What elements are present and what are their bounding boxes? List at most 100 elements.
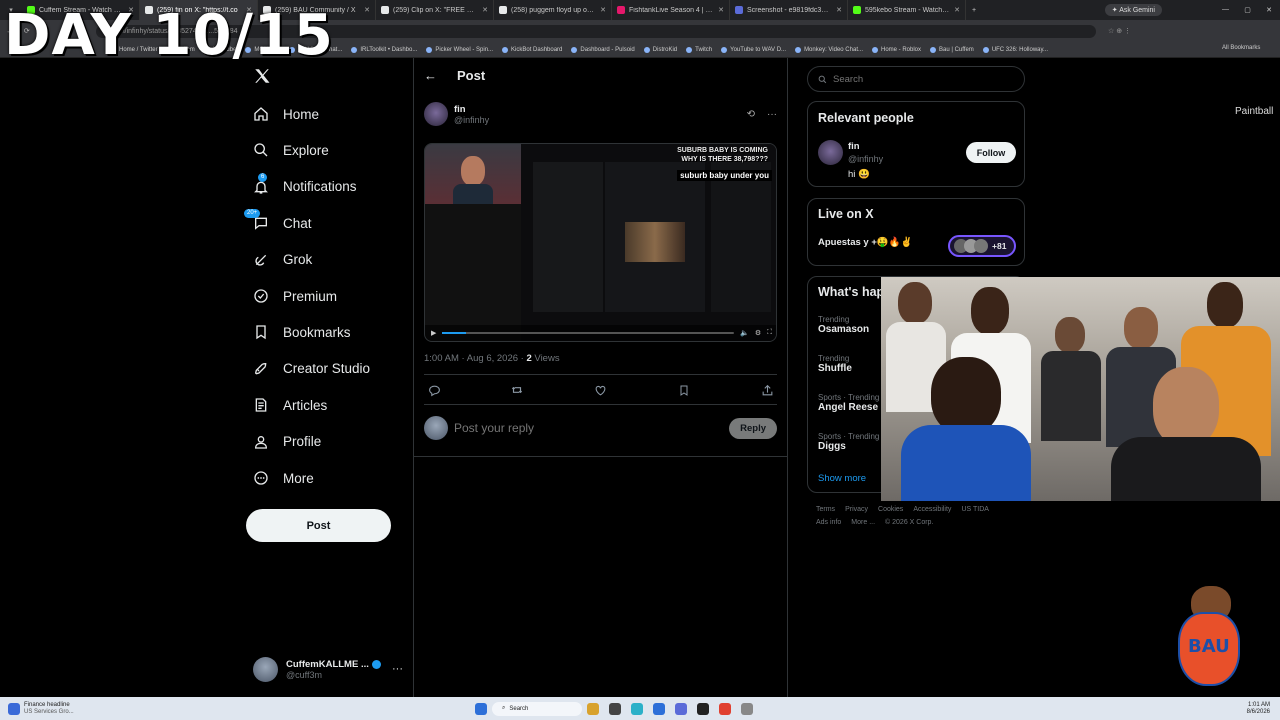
clock[interactable]: 1:01 AM 8/6/2026: [1247, 702, 1280, 716]
reply-input[interactable]: [454, 421, 724, 435]
volume-icon[interactable]: 🔈: [740, 329, 749, 337]
media-progress[interactable]: [442, 332, 735, 334]
widget-sub: US Services Gro...: [24, 708, 74, 715]
tab-close-icon[interactable]: ✕: [600, 6, 606, 14]
new-tab-button[interactable]: +: [966, 7, 982, 14]
reply-button[interactable]: Reply: [729, 417, 777, 439]
minimize-icon[interactable]: —: [1222, 6, 1229, 14]
chrome-icon[interactable]: [719, 702, 731, 715]
tab-close-icon[interactable]: ✕: [954, 6, 960, 14]
nav-item-home[interactable]: Home: [252, 105, 319, 123]
taskbar-widget[interactable]: Finance headline US Services Gro...: [0, 702, 470, 716]
repost-icon[interactable]: [509, 382, 525, 398]
trend-item[interactable]: Trending Shuffle: [818, 354, 852, 374]
relevant-avatar[interactable]: [818, 140, 843, 165]
post-more-icon[interactable]: ···: [767, 109, 777, 120]
trend-item[interactable]: Sports · Trending Diggs: [818, 432, 879, 452]
maximize-icon[interactable]: ▢: [1244, 6, 1251, 14]
bookmark-item[interactable]: Dashboard - Pulsoid: [571, 46, 635, 53]
nav-item-chat[interactable]: 20+ Chat: [244, 209, 312, 232]
bookmark-post-icon[interactable]: [676, 382, 692, 398]
x-logo-icon[interactable]: [253, 67, 273, 87]
bookmark-item[interactable]: YouTube to WAV D...: [721, 46, 786, 53]
play-icon[interactable]: ▶: [431, 329, 436, 337]
footer-link[interactable]: Ads info: [816, 519, 841, 526]
nav-item-notifications[interactable]: 6 Notifications: [252, 172, 357, 196]
search-input[interactable]: [833, 73, 1013, 85]
footer-link[interactable]: © 2026 X Corp.: [885, 519, 933, 526]
footer-link[interactable]: More ...: [851, 519, 875, 526]
relevant-handle[interactable]: @infinhy: [848, 154, 883, 164]
app-icon[interactable]: [697, 702, 709, 715]
app-icon[interactable]: [675, 702, 687, 715]
nav-item-bookmarks[interactable]: Bookmarks: [252, 323, 351, 341]
nav-item-grok[interactable]: Grok: [252, 251, 312, 269]
nav-item-explore[interactable]: Explore: [252, 141, 329, 159]
more-dots-icon[interactable]: ···: [392, 663, 403, 675]
live-avatars[interactable]: +81: [948, 235, 1016, 257]
account-switcher[interactable]: CuffemKALLME ... @cuff3m ···: [253, 655, 403, 683]
edge-icon[interactable]: [631, 702, 643, 715]
bookmark-item[interactable]: KickBot Dashboard: [502, 46, 562, 53]
share-icon[interactable]: [759, 382, 775, 398]
bookmark-item[interactable]: Picker Wheel - Spin...: [426, 46, 493, 53]
all-bookmarks[interactable]: All Bookmarks: [1222, 45, 1260, 51]
bookmark-item[interactable]: Bau | Cuffem: [930, 46, 974, 53]
footer-link[interactable]: Privacy: [845, 506, 868, 513]
grok-analyze-icon[interactable]: ⟲: [747, 109, 755, 120]
footer-link[interactable]: Terms: [816, 506, 835, 513]
nav-item-creator-studio[interactable]: Creator Studio: [252, 360, 370, 378]
footer-link[interactable]: US TIDA: [961, 506, 989, 513]
like-icon[interactable]: [593, 382, 609, 398]
show-more-link[interactable]: Show more: [818, 473, 866, 484]
post-media[interactable]: SUBURB BABY IS COMING WHY IS THERE 38,79…: [424, 143, 777, 342]
nav-item-more[interactable]: More: [252, 469, 314, 487]
back-arrow-icon[interactable]: ←: [424, 68, 437, 83]
bookmark-item[interactable]: Home - Roblox: [871, 46, 921, 53]
bookmark-item[interactable]: DistroKid: [643, 46, 677, 53]
taskbar-search[interactable]: ⌕ Search: [492, 701, 582, 716]
settings-icon[interactable]: ⚙: [755, 329, 761, 337]
browser-tab[interactable]: Screenshot - e9819fdc3891bcd ✕: [730, 0, 848, 20]
nav-item-articles[interactable]: Articles: [252, 396, 327, 414]
search-box[interactable]: [807, 66, 1025, 92]
relevant-name[interactable]: fin: [848, 141, 860, 152]
footer-link[interactable]: Accessibility: [913, 506, 951, 513]
settings-app-icon[interactable]: [741, 702, 753, 715]
post-button[interactable]: Post: [246, 509, 391, 542]
app-icon[interactable]: [653, 702, 665, 715]
tab-close-icon[interactable]: ✕: [482, 6, 488, 14]
bookmark-item[interactable]: Twitch: [686, 46, 712, 53]
fullscreen-icon[interactable]: ⛶: [767, 329, 772, 337]
windows-start-icon[interactable]: [475, 702, 487, 715]
trend-item[interactable]: Sports · Trending Angel Reese: [818, 393, 879, 413]
reply-icon[interactable]: [426, 382, 442, 398]
trend-item[interactable]: Trending Osamason: [818, 315, 869, 335]
bookmark-item[interactable]: UFC 326: Holloway...: [982, 46, 1048, 53]
media-controls[interactable]: ▶ 🔈 ⚙ ⛶: [425, 325, 776, 341]
author-avatar[interactable]: [424, 102, 448, 126]
nav-item-profile[interactable]: Profile: [252, 433, 321, 451]
tab-close-icon[interactable]: ✕: [364, 6, 370, 14]
bell-icon: 6: [252, 172, 270, 196]
app-icon[interactable]: [609, 702, 621, 715]
browser-tab[interactable]: (259) Clip on X: "FREE SWEA ✕: [376, 0, 494, 20]
tab-close-icon[interactable]: ✕: [718, 6, 724, 14]
close-window-icon[interactable]: ✕: [1266, 6, 1272, 14]
author-handle[interactable]: @infinhy: [454, 115, 741, 125]
browser-tab[interactable]: 595kebo Stream - Watch Live o ✕: [848, 0, 966, 20]
post-header-title: Post: [457, 68, 486, 83]
bookmark-item[interactable]: IRLToolkit • Dashbo...: [351, 46, 417, 53]
file-explorer-icon[interactable]: [587, 702, 599, 715]
tab-close-icon[interactable]: ✕: [836, 6, 842, 14]
author-name[interactable]: fin: [454, 104, 741, 115]
bookmark-item[interactable]: Monkey: Video Chat...: [795, 46, 863, 53]
follow-button[interactable]: Follow: [966, 142, 1016, 163]
nav-item-premium[interactable]: Premium: [252, 287, 337, 305]
extensions-icon[interactable]: ☆ ⊕ ⋮: [1108, 27, 1131, 35]
browser-tab[interactable]: FishtankLive Season 4 | Freddy ✕: [612, 0, 730, 20]
ask-gemini-button[interactable]: ✦ Ask Gemini: [1104, 4, 1162, 16]
browser-tab[interactable]: (258) puggem floyd up on X: " ✕: [494, 0, 612, 20]
footer-link[interactable]: Cookies: [878, 506, 903, 513]
live-stream-title[interactable]: Apuestas y +🤑🔥✌: [818, 237, 912, 248]
